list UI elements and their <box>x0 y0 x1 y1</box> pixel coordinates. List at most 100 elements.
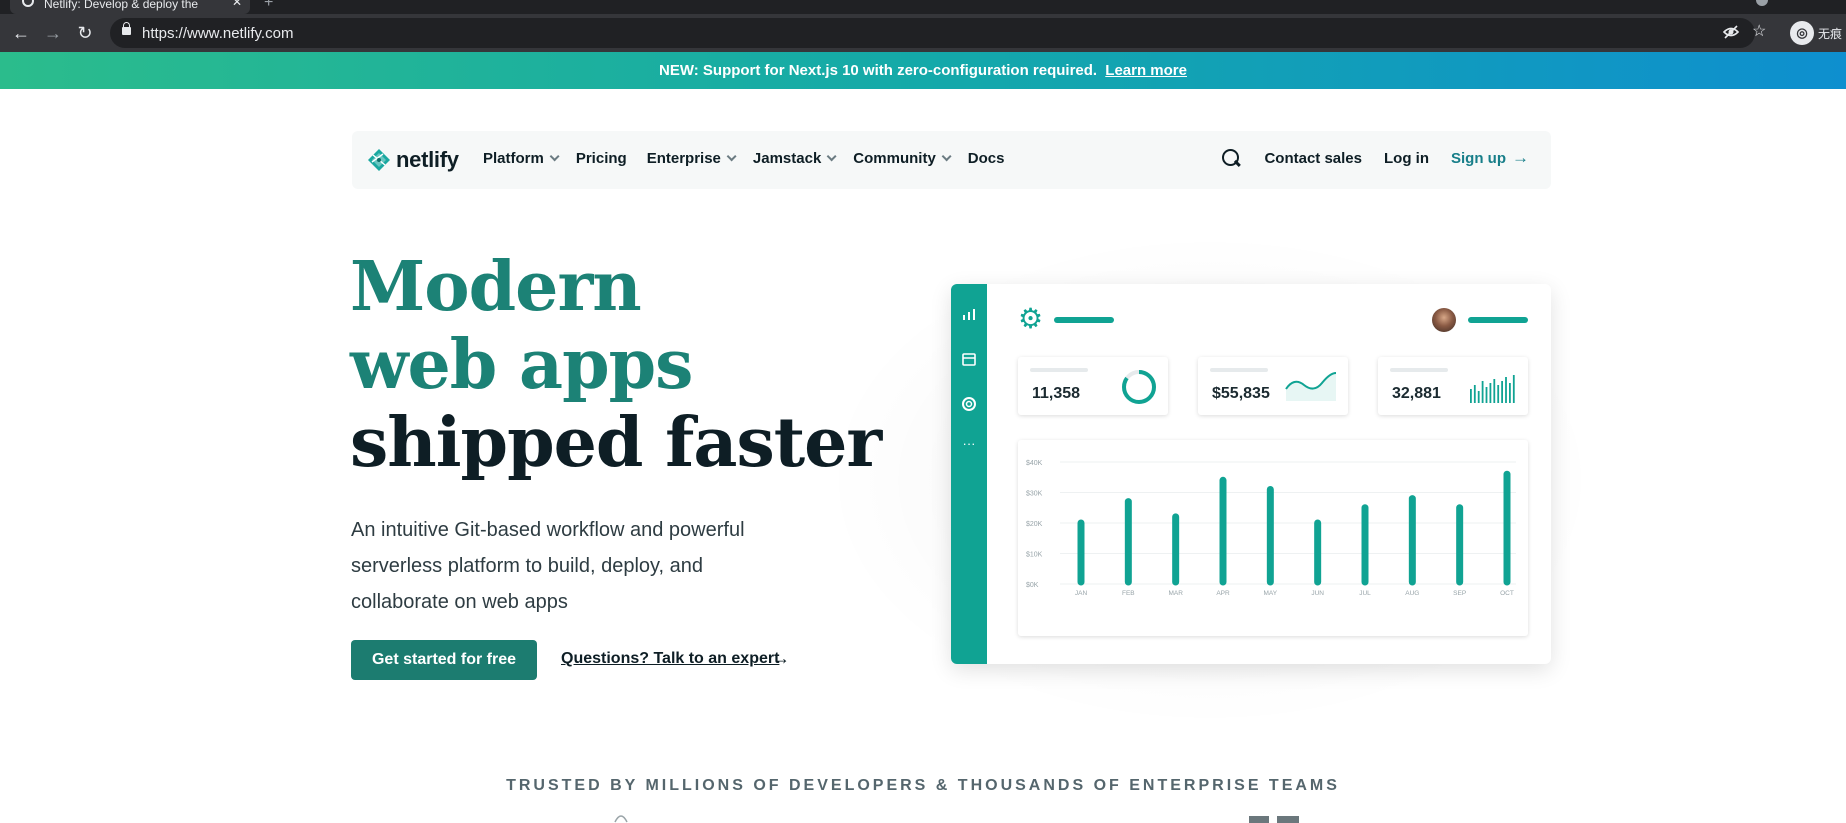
y-tick-label: $40K <box>1026 460 1043 467</box>
bar-chart-icon <box>961 306 977 322</box>
tab-close-icon[interactable]: ✕ <box>232 0 242 8</box>
arrow-right-icon: → <box>772 648 790 668</box>
nav-item-jamstack[interactable]: Jamstack <box>752 150 837 167</box>
hero-heading-line2: web apps <box>350 325 693 405</box>
x-tick-label: SEP <box>1453 590 1466 597</box>
gear-icon: ⚙ <box>1018 303 1044 334</box>
y-tick-label: $10K <box>1026 552 1043 559</box>
tab-search-icon[interactable] <box>1756 0 1768 6</box>
x-tick-label: MAY <box>1264 590 1278 597</box>
nav-menu: Platform Pricing Enterprise Jamstack Com… <box>483 150 1004 167</box>
signup-label: Sign up <box>1451 149 1506 167</box>
stat-label-placeholder <box>1030 368 1088 372</box>
contact-sales-link[interactable]: Contact sales <box>1264 150 1362 167</box>
hero-heading: Modern web apps shipped faster <box>350 247 882 483</box>
search-icon[interactable] <box>1220 147 1242 169</box>
chart-card: $40K $30K $20K $10K $0K JAN FEB MAR APR MAY JUN JUL… <box>1018 440 1528 636</box>
forward-icon[interactable]: → <box>42 22 64 44</box>
tab-title: Netlify: Develop & deploy the <box>44 0 199 11</box>
incognito-icon[interactable]: ◎ <box>1790 21 1814 45</box>
nav-item-community[interactable]: Community <box>853 150 952 167</box>
nav-item-platform[interactable]: Platform <box>483 150 560 167</box>
calendar-icon <box>961 351 977 367</box>
sparkline-icon <box>1285 372 1337 401</box>
announcement-bar: NEW: Support for Next.js 10 with zero-co… <box>0 52 1846 89</box>
avatar <box>1432 308 1456 332</box>
mini-bar-chart-icon <box>1470 375 1515 403</box>
nav-item-label: Pricing <box>575 150 627 167</box>
chevron-down-icon <box>726 151 737 162</box>
mini-bar <box>1489 383 1492 403</box>
stat-value: 32,881 <box>1392 385 1441 402</box>
browser-tab[interactable]: Netlify: Develop & deploy the ✕ <box>10 0 250 14</box>
mini-bar <box>1477 391 1480 403</box>
site-nav: netlify Platform Pricing Enterprise Jams… <box>352 131 1551 189</box>
x-tick-label: APR <box>1216 590 1230 597</box>
nav-item-label: Enterprise <box>646 150 721 167</box>
x-tick-label: JAN <box>1075 590 1088 597</box>
login-link[interactable]: Log in <box>1384 150 1429 167</box>
mini-bar <box>1473 385 1476 403</box>
netlify-logo[interactable]: netlify <box>368 147 459 173</box>
stat-card-users: 32,881 <box>1378 357 1528 415</box>
lock-icon[interactable] <box>122 22 131 35</box>
reload-icon[interactable]: ↻ <box>74 22 96 44</box>
nav-item-label: Community <box>853 150 936 167</box>
y-tick-label: $20K <box>1026 521 1043 528</box>
stat-label-placeholder <box>1210 368 1268 372</box>
mini-bar <box>1501 381 1503 403</box>
stat-card-revenue: $55,835 <box>1198 357 1348 415</box>
dashboard-illustration: ··· ⚙ 11,358 $55,835 32,881 $40K $30K $20K… <box>951 284 1551 664</box>
stat-label-placeholder <box>1390 368 1448 372</box>
hero-heading-line3: shipped faster <box>350 403 882 483</box>
partner-logo-icon <box>1249 816 1299 823</box>
mini-bar <box>1485 387 1488 403</box>
mini-bar <box>1497 385 1500 403</box>
mini-bar <box>1509 383 1511 403</box>
signup-link[interactable]: Sign up → <box>1451 148 1529 168</box>
url-text: https://www.netlify.com <box>142 25 294 42</box>
trusted-by-heading: TRUSTED BY MILLIONS OF DEVELOPERS & THOU… <box>506 777 1340 794</box>
x-tick-label: JUL <box>1359 590 1371 597</box>
nav-item-pricing[interactable]: Pricing <box>576 150 627 167</box>
eye-off-icon[interactable] <box>1722 23 1740 46</box>
arrow-right-icon: → <box>1512 148 1529 167</box>
new-tab-icon[interactable]: + <box>264 0 273 12</box>
hero-heading-line1: Modern <box>350 247 642 327</box>
bookmark-star-icon[interactable]: ☆ <box>1752 23 1766 41</box>
y-tick-label: $30K <box>1026 491 1043 498</box>
back-icon[interactable]: ← <box>10 22 32 44</box>
nav-item-enterprise[interactable]: Enterprise <box>646 150 737 167</box>
hero-subtitle: An intuitive Git-based workflow and powe… <box>351 519 745 613</box>
x-tick-label: FEB <box>1122 590 1135 597</box>
address-bar[interactable]: https://www.netlify.com ☆ <box>110 18 1766 48</box>
x-tick-label: MAR <box>1168 590 1183 597</box>
logo-wordmark: netlify <box>396 147 459 172</box>
nav-item-label: Platform <box>483 150 544 167</box>
nav-item-label: Jamstack <box>752 150 822 167</box>
get-started-button[interactable]: Get started for free <box>351 640 537 680</box>
netlify-favicon-icon <box>22 0 34 7</box>
stat-card-visits: 11,358 <box>1018 357 1168 415</box>
mini-bar <box>1493 379 1496 403</box>
nav-item-docs[interactable]: Docs <box>968 150 1005 167</box>
announcement-text: NEW: Support for Next.js 10 with zero-co… <box>659 62 1098 79</box>
username-placeholder-bar <box>1468 317 1528 323</box>
talk-to-expert-link[interactable]: Questions? Talk to an expert <box>561 650 779 668</box>
browser-toolbar: ← → ↻ https://www.netlify.com ☆ ◎ 无痕 <box>0 14 1846 52</box>
learn-more-link[interactable]: Learn more <box>1105 62 1187 79</box>
chevron-down-icon <box>941 151 952 162</box>
x-tick-label: AUG <box>1405 590 1419 597</box>
stat-value: $55,835 <box>1212 385 1270 402</box>
mini-bar <box>1470 389 1472 403</box>
nav-actions: Contact sales Log in Sign up → <box>1220 147 1529 169</box>
browser-tabstrip: Netlify: Develop & deploy the ✕ + <box>0 0 1846 14</box>
nav-item-label: Docs <box>967 150 1005 167</box>
mini-bar <box>1505 377 1507 403</box>
stat-value: 11,358 <box>1032 385 1081 402</box>
y-tick-label: $0K <box>1026 582 1039 589</box>
netlify-logo-icon <box>368 149 390 171</box>
dashboard-sidebar: ··· <box>951 284 987 664</box>
partner-logo-icon <box>614 815 628 823</box>
title-placeholder-bar <box>1054 317 1114 323</box>
